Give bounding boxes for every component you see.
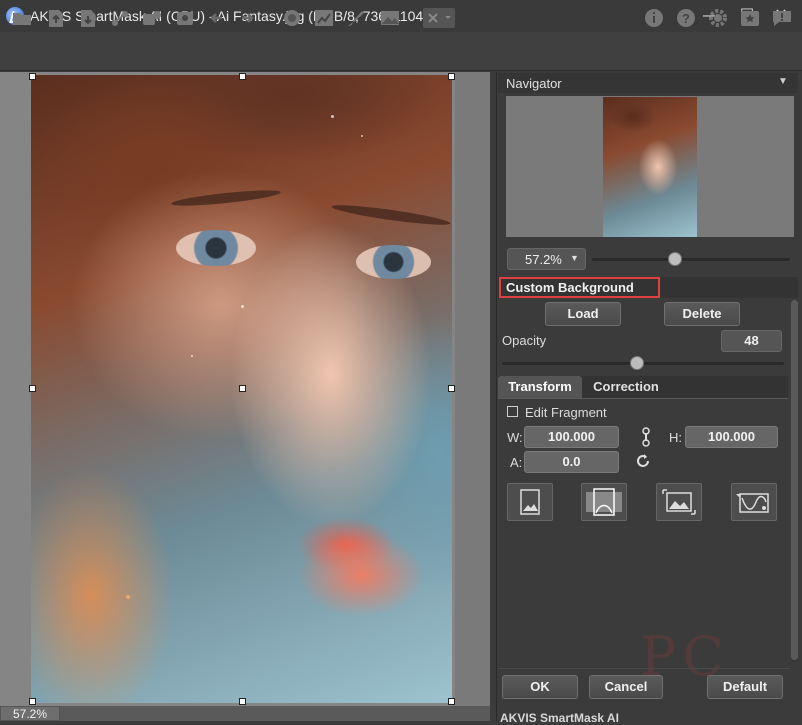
sparkle bbox=[191, 355, 193, 357]
brush-icon[interactable] bbox=[344, 6, 368, 30]
fill-icon[interactable] bbox=[731, 483, 777, 521]
sparkle bbox=[361, 135, 363, 137]
status-bar bbox=[60, 706, 490, 721]
zoom-value: 57.2% bbox=[525, 252, 562, 267]
navigator-thumbnail[interactable] bbox=[603, 97, 697, 237]
panel-scrollbar-thumb[interactable] bbox=[791, 300, 798, 660]
tab-correction[interactable]: Correction bbox=[584, 376, 668, 398]
scissors-icon[interactable] bbox=[422, 6, 456, 30]
canvas-margin bbox=[455, 72, 490, 706]
rotate-reset-icon[interactable] bbox=[634, 452, 652, 470]
edit-fragment-checkbox[interactable] bbox=[507, 406, 518, 417]
mask-icon[interactable] bbox=[280, 6, 304, 30]
width-input[interactable]: 100.000 bbox=[524, 426, 619, 448]
resize-handle[interactable] bbox=[239, 73, 246, 80]
resize-handle[interactable] bbox=[448, 73, 455, 80]
resize-handle[interactable] bbox=[29, 698, 36, 705]
share-icon[interactable] bbox=[108, 6, 132, 30]
toolbar bbox=[0, 32, 802, 71]
collapse-icon[interactable]: ▼ bbox=[778, 76, 788, 87]
eyebrow-right bbox=[330, 201, 452, 229]
footer-divider bbox=[498, 668, 790, 669]
save-icon[interactable] bbox=[76, 6, 100, 30]
navigator-title: Navigator bbox=[506, 76, 562, 91]
height-label: H: bbox=[669, 430, 682, 445]
fit-original-icon[interactable] bbox=[507, 483, 553, 521]
default-button[interactable]: Default bbox=[707, 675, 783, 699]
gear-icon[interactable] bbox=[706, 6, 730, 30]
opacity-label: Opacity bbox=[502, 333, 547, 348]
angle-label: A: bbox=[510, 455, 523, 470]
chevron-down-icon[interactable]: ▼ bbox=[570, 253, 579, 263]
resize-handle[interactable] bbox=[448, 698, 455, 705]
delete-button[interactable]: Delete bbox=[664, 302, 740, 326]
eye-left bbox=[176, 230, 256, 266]
resize-handle[interactable] bbox=[239, 698, 246, 705]
info-icon[interactable] bbox=[642, 6, 666, 30]
eyebrow-left bbox=[170, 187, 282, 209]
open-icon[interactable] bbox=[10, 6, 34, 30]
upload-icon[interactable] bbox=[44, 6, 68, 30]
resize-handle[interactable] bbox=[239, 385, 246, 392]
cancel-button[interactable]: Cancel bbox=[589, 675, 663, 699]
resize-handle[interactable] bbox=[29, 73, 36, 80]
help-icon[interactable]: ? bbox=[674, 6, 698, 30]
batch-icon[interactable] bbox=[140, 6, 164, 30]
undo-icon[interactable] bbox=[206, 6, 230, 30]
landscape-icon[interactable] bbox=[378, 6, 402, 30]
custom-background-title: Custom Background bbox=[506, 280, 634, 295]
sparkle bbox=[241, 305, 244, 308]
resize-handle[interactable] bbox=[29, 385, 36, 392]
load-button[interactable]: Load bbox=[545, 302, 621, 326]
sparkle bbox=[126, 595, 130, 599]
height-input[interactable]: 100.000 bbox=[685, 426, 778, 448]
star-icon[interactable] bbox=[738, 6, 762, 30]
eye-right bbox=[356, 245, 431, 279]
tab-transform[interactable]: Transform bbox=[498, 376, 582, 398]
stretch-icon[interactable] bbox=[656, 483, 702, 521]
chat-icon[interactable] bbox=[770, 6, 794, 30]
status-zoom: 57.2% bbox=[0, 706, 60, 721]
settings-gear-icon[interactable] bbox=[174, 6, 198, 30]
edit-fragment-label: Edit Fragment bbox=[525, 405, 607, 420]
link-proportions-icon[interactable] bbox=[640, 426, 652, 448]
panel-footer-title: AKVIS SmartMask AI bbox=[500, 711, 619, 725]
resize-handle[interactable] bbox=[448, 385, 455, 392]
zoom-slider[interactable] bbox=[592, 258, 790, 261]
ok-button[interactable]: OK bbox=[502, 675, 578, 699]
width-label: W: bbox=[507, 430, 523, 445]
fit-width-icon[interactable] bbox=[581, 483, 627, 521]
chart-icon[interactable] bbox=[312, 6, 336, 30]
opacity-input[interactable]: 48 bbox=[721, 330, 782, 352]
sparkle bbox=[331, 115, 334, 118]
angle-input[interactable]: 0.0 bbox=[524, 451, 619, 473]
svg-text:?: ? bbox=[682, 11, 690, 26]
redo-icon[interactable] bbox=[234, 6, 258, 30]
